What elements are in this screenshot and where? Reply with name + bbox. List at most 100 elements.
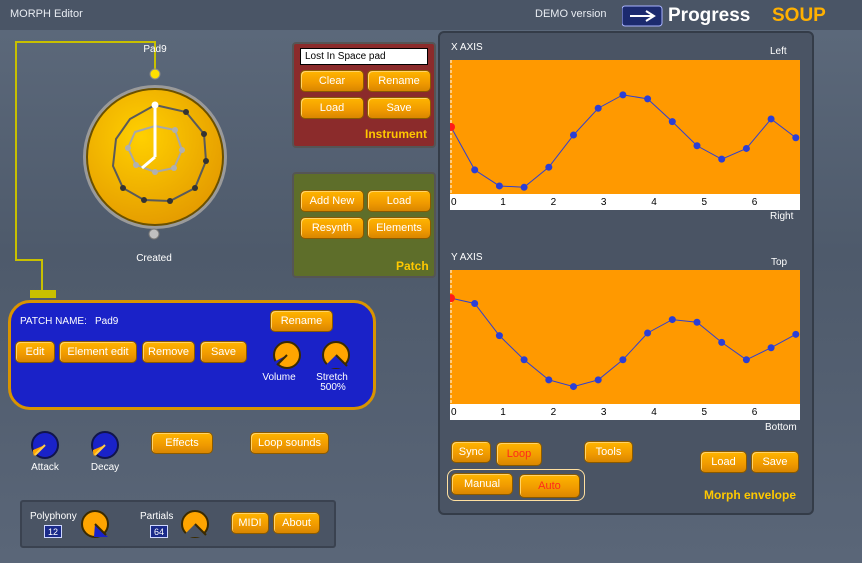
envelope-save-button[interactable]: Save: [751, 451, 799, 473]
y-axis-point[interactable]: [520, 356, 528, 364]
x-axis-tick-label: 0: [451, 197, 457, 208]
morph-envelope-heading: Morph envelope: [704, 488, 797, 502]
x-axis-point[interactable]: [471, 166, 479, 174]
attack-knob[interactable]: [30, 430, 60, 460]
x-axis-tick-label: 4: [651, 197, 657, 208]
tools-button[interactable]: Tools: [584, 441, 633, 463]
polyphony-knob[interactable]: [80, 509, 110, 539]
x-axis-tick-label: 1: [500, 197, 506, 208]
x-axis-envelope[interactable]: 0 1 2 3 4 5 6: [450, 60, 800, 210]
morph-pad[interactable]: [78, 64, 234, 244]
instrument-heading: Instrument: [365, 127, 428, 141]
patch-name-label: PATCH NAME:: [20, 316, 87, 327]
polyphony-label: Polyphony: [30, 511, 77, 522]
y-axis-tick-label: 5: [702, 407, 708, 418]
x-axis-point[interactable]: [594, 104, 602, 112]
y-axis-tick-label: 3: [601, 407, 607, 418]
y-axis-tick-label: 1: [500, 407, 506, 418]
y-axis-tick-label: 2: [551, 407, 557, 418]
partials-label: Partials: [140, 511, 174, 522]
envelope-load-button[interactable]: Load: [700, 451, 747, 473]
about-button[interactable]: About: [273, 512, 320, 534]
auto-button[interactable]: Auto: [519, 474, 580, 498]
y-axis-point[interactable]: [693, 318, 701, 326]
patch-save-button[interactable]: Save: [200, 341, 247, 363]
y-axis-tick-label: 4: [651, 407, 657, 418]
x-axis-point[interactable]: [520, 183, 528, 191]
polyphony-value: 12: [44, 525, 62, 538]
x-axis-tick-label: 2: [551, 197, 557, 208]
x-axis-right-label: Right: [770, 211, 794, 222]
attack-label: Attack: [31, 462, 59, 473]
pad-top-label: Pad9: [143, 44, 167, 55]
remove-button[interactable]: Remove: [142, 341, 195, 363]
x-axis-point[interactable]: [668, 118, 676, 126]
resynth-button[interactable]: Resynth: [300, 217, 364, 239]
x-axis-tick-label: 6: [752, 197, 758, 208]
elements-button[interactable]: Elements: [367, 217, 431, 239]
y-axis-point[interactable]: [570, 383, 577, 391]
x-axis-point[interactable]: [495, 182, 503, 190]
instrument-load-button[interactable]: Load: [300, 97, 364, 119]
y-axis-point[interactable]: [668, 316, 676, 324]
manual-button[interactable]: Manual: [451, 473, 513, 495]
y-axis-envelope[interactable]: 0 1 2 3 4 5 6: [450, 270, 800, 420]
stretch-knob[interactable]: [321, 340, 351, 370]
partials-knob[interactable]: [180, 509, 210, 539]
y-axis-point[interactable]: [471, 300, 479, 307]
midi-button[interactable]: MIDI: [231, 512, 269, 534]
loop-sounds-button[interactable]: Loop sounds: [250, 432, 329, 454]
x-axis-point[interactable]: [718, 155, 726, 163]
y-axis-point[interactable]: [792, 330, 800, 338]
x-axis-point[interactable]: [792, 134, 800, 142]
y-axis-point[interactable]: [619, 356, 627, 364]
instrument-rename-button[interactable]: Rename: [367, 70, 431, 92]
logo-accent-text: SOUP: [772, 5, 826, 26]
y-axis-point[interactable]: [767, 344, 775, 352]
x-axis-point[interactable]: [767, 115, 775, 123]
x-axis-point[interactable]: [619, 91, 627, 99]
edit-button[interactable]: Edit: [15, 341, 55, 363]
x-axis-point[interactable]: [742, 144, 750, 152]
y-axis-point[interactable]: [545, 376, 553, 384]
sync-button[interactable]: Sync: [451, 441, 491, 463]
decay-label: Decay: [90, 462, 120, 473]
patch-rename-button[interactable]: Rename: [270, 310, 333, 332]
y-axis-point[interactable]: [594, 376, 602, 384]
x-axis-plot-area[interactable]: [450, 60, 800, 194]
logo-text: Progress: [668, 5, 751, 26]
y-axis-point[interactable]: [718, 338, 726, 346]
patch-load-button[interactable]: Load: [367, 190, 431, 212]
instrument-name-field[interactable]: Lost In Space pad: [300, 48, 428, 65]
patch-name-value: Pad9: [95, 316, 119, 327]
partials-value: 64: [150, 525, 168, 538]
x-axis-point[interactable]: [644, 95, 652, 103]
instrument-save-button[interactable]: Save: [367, 97, 431, 119]
y-axis-bottom-label: Bottom: [765, 422, 797, 433]
pad-bottom-label: Created: [136, 253, 172, 264]
effects-button[interactable]: Effects: [151, 432, 213, 454]
y-axis-point[interactable]: [495, 332, 503, 340]
demo-label: DEMO version: [535, 8, 607, 20]
decay-knob[interactable]: [90, 430, 120, 460]
x-axis-tick-label: 5: [702, 197, 708, 208]
clear-button[interactable]: Clear: [300, 70, 364, 92]
patch-heading: Patch: [396, 259, 429, 273]
x-axis-point[interactable]: [693, 142, 701, 150]
x-axis-point[interactable]: [545, 163, 553, 171]
x-axis-point[interactable]: [570, 131, 577, 139]
y-axis-point[interactable]: [742, 356, 750, 364]
volume-label: Volume: [262, 372, 296, 383]
y-axis-tick-label: 6: [752, 407, 758, 418]
y-axis-top-label: Top: [771, 257, 788, 268]
volume-knob[interactable]: [272, 340, 302, 370]
element-edit-button[interactable]: Element edit: [59, 341, 137, 363]
x-axis-tick-label: 3: [601, 197, 607, 208]
add-new-button[interactable]: Add New: [300, 190, 364, 212]
y-axis-point[interactable]: [644, 329, 652, 337]
y-axis-tick-label: 0: [451, 407, 457, 418]
x-axis-left-label: Left: [770, 46, 787, 57]
loop-button[interactable]: Loop: [496, 442, 542, 466]
morph-editor-window: MORPH Editor DEMO version Progress SOUP …: [0, 0, 862, 563]
stretch-value: 500%: [320, 382, 346, 393]
